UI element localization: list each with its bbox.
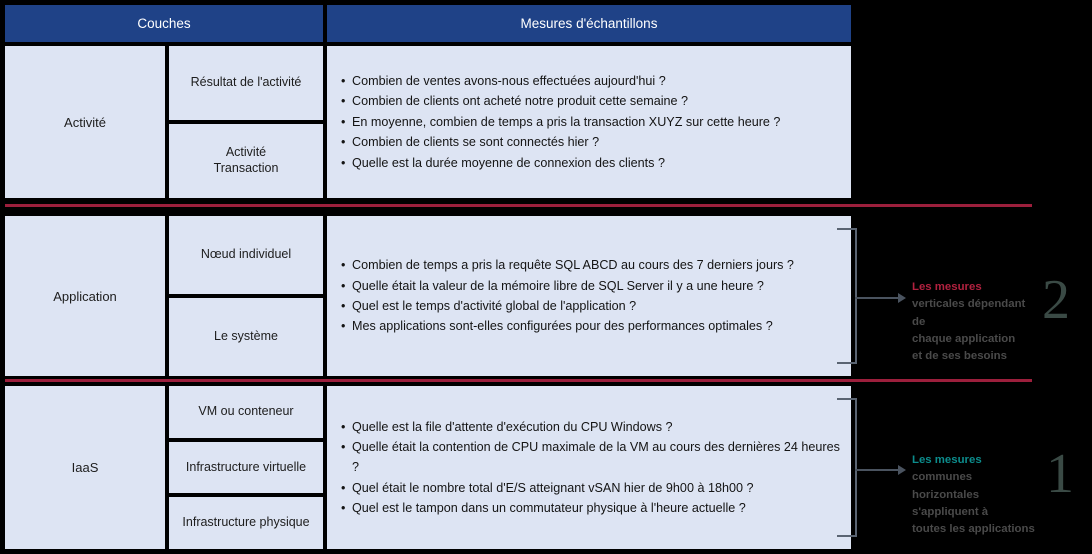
- measures-cell: Combien de temps a pris la requête SQL A…: [327, 216, 857, 376]
- measures-cell: Combien de ventes avons-nous effectuées …: [327, 46, 851, 198]
- measures-cell: Quelle est la file d'attente d'exécution…: [327, 386, 857, 549]
- measure-item: Combien de clients se sont connectés hie…: [341, 132, 780, 153]
- sublayer-cell: VM ou conteneur: [169, 386, 323, 438]
- measure-item: Combien de clients ont acheté notre prod…: [341, 91, 780, 112]
- callout-body: communes horizontales s'appliquent à tou…: [912, 471, 1035, 536]
- sublayer-column: VM ou conteneur Infrastructure virtuelle…: [169, 386, 323, 550]
- measure-item: Combien de ventes avons-nous effectuées …: [341, 71, 780, 92]
- measure-item: Combien de temps a pris la requête SQL A…: [341, 255, 794, 276]
- sublayer-cell: Nœud individuel: [169, 216, 323, 294]
- callout-arrow-icon: [855, 464, 906, 476]
- callout-number-1: 1: [1046, 443, 1074, 505]
- table-header-row: Couches Mesures d'échantillons: [5, 5, 851, 42]
- sublayer-cell: Infrastructure virtuelle: [169, 441, 323, 494]
- callout-number-2: 2: [1042, 269, 1070, 331]
- callout-vertical-measures: Les mesures verticales dépendant de chaq…: [912, 279, 1032, 366]
- layer-name-cell: IaaS: [5, 386, 165, 549]
- sublayer-cell: Infrastructure physique: [169, 497, 323, 550]
- measure-item: Mes applications sont-elles configurées …: [341, 316, 794, 337]
- diagram-canvas: Couches Mesures d'échantillons Activité …: [0, 0, 1092, 554]
- callout-title: Les mesures: [912, 454, 982, 466]
- measure-item: Quelle est la file d'attente d'exécution…: [341, 417, 841, 438]
- row-separator-line: [5, 379, 1032, 382]
- header-cell-mesures: Mesures d'échantillons: [327, 5, 851, 42]
- row-separator-line: [5, 204, 1032, 207]
- callout-body: verticales dépendant de chaque applicati…: [912, 298, 1026, 363]
- sublayer-cell: Résultat de l'activité: [169, 46, 323, 120]
- layer-name-cell: Activité: [5, 46, 165, 198]
- callout-arrow-icon: [855, 292, 906, 304]
- sublayer-column: Nœud individuel Le système: [169, 216, 323, 376]
- sublayer-cell: Le système: [169, 298, 323, 376]
- table-row: Application Nœud individuel Le système C…: [5, 216, 857, 376]
- measure-item: Quelle était la valeur de la mémoire lib…: [341, 276, 794, 297]
- table-row: IaaS VM ou conteneur Infrastructure virt…: [5, 386, 857, 550]
- header-cell-couches: Couches: [5, 5, 323, 42]
- grouping-bracket-icon: [837, 228, 857, 364]
- callout-title: Les mesures: [912, 281, 982, 293]
- measures-list: Combien de temps a pris la requête SQL A…: [341, 255, 794, 337]
- measure-item: Quelle est la durée moyenne de connexion…: [341, 153, 780, 174]
- grouping-bracket-icon: [837, 398, 857, 537]
- measure-item: Quelle était la contention de CPU maxima…: [341, 437, 841, 478]
- callout-horizontal-measures: Les mesures communes horizontales s'appl…: [912, 452, 1037, 539]
- measure-item: En moyenne, combien de temps a pris la t…: [341, 112, 780, 133]
- table-row: Activité Résultat de l'activité Activité…: [5, 46, 851, 198]
- measure-item: Quel était le nombre total d'E/S atteign…: [341, 478, 841, 499]
- measures-list: Combien de ventes avons-nous effectuées …: [341, 71, 780, 173]
- measure-item: Quel est le tampon dans un commutateur p…: [341, 498, 841, 519]
- measures-list: Quelle est la file d'attente d'exécution…: [341, 417, 841, 519]
- measure-item: Quel est le temps d'activité global de l…: [341, 296, 794, 317]
- sublayer-column: Résultat de l'activité Activité Transact…: [169, 46, 323, 198]
- sublayer-cell: Activité Transaction: [169, 124, 323, 198]
- layer-name-cell: Application: [5, 216, 165, 376]
